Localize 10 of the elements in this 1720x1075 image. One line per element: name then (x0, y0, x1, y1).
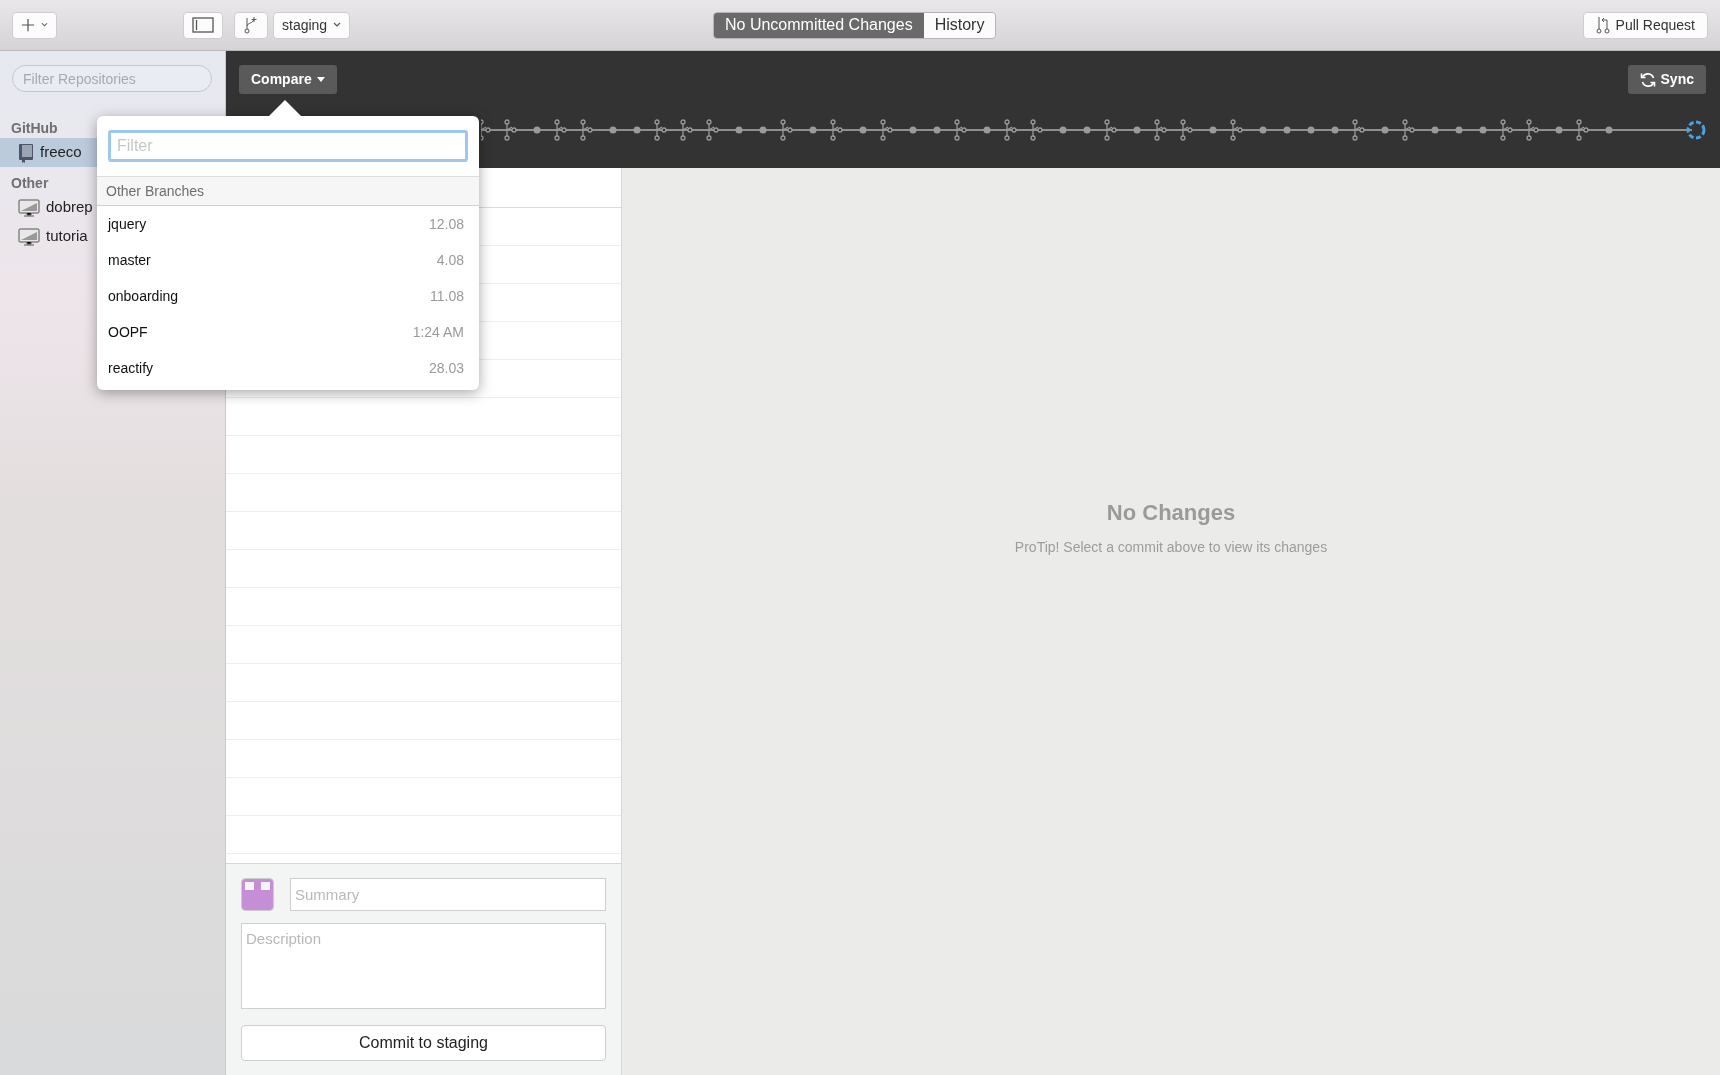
sidebar-section-title: Other (10, 174, 50, 193)
branch-date: 12.08 (428, 214, 464, 234)
empty-state-hint: ProTip! Select a commit above to view its changes (1014, 537, 1328, 557)
branch-date: 11.08 (430, 286, 464, 306)
branch-date: 28.03 (428, 358, 464, 378)
branch-date: 4.08 (436, 250, 464, 270)
branch-date: 1:24 AM (412, 322, 464, 342)
empty-state-title: No Changes (1106, 498, 1236, 527)
branch-section-header: Other Branches (97, 176, 479, 206)
sidebar-section-title: GitHub (10, 119, 59, 138)
